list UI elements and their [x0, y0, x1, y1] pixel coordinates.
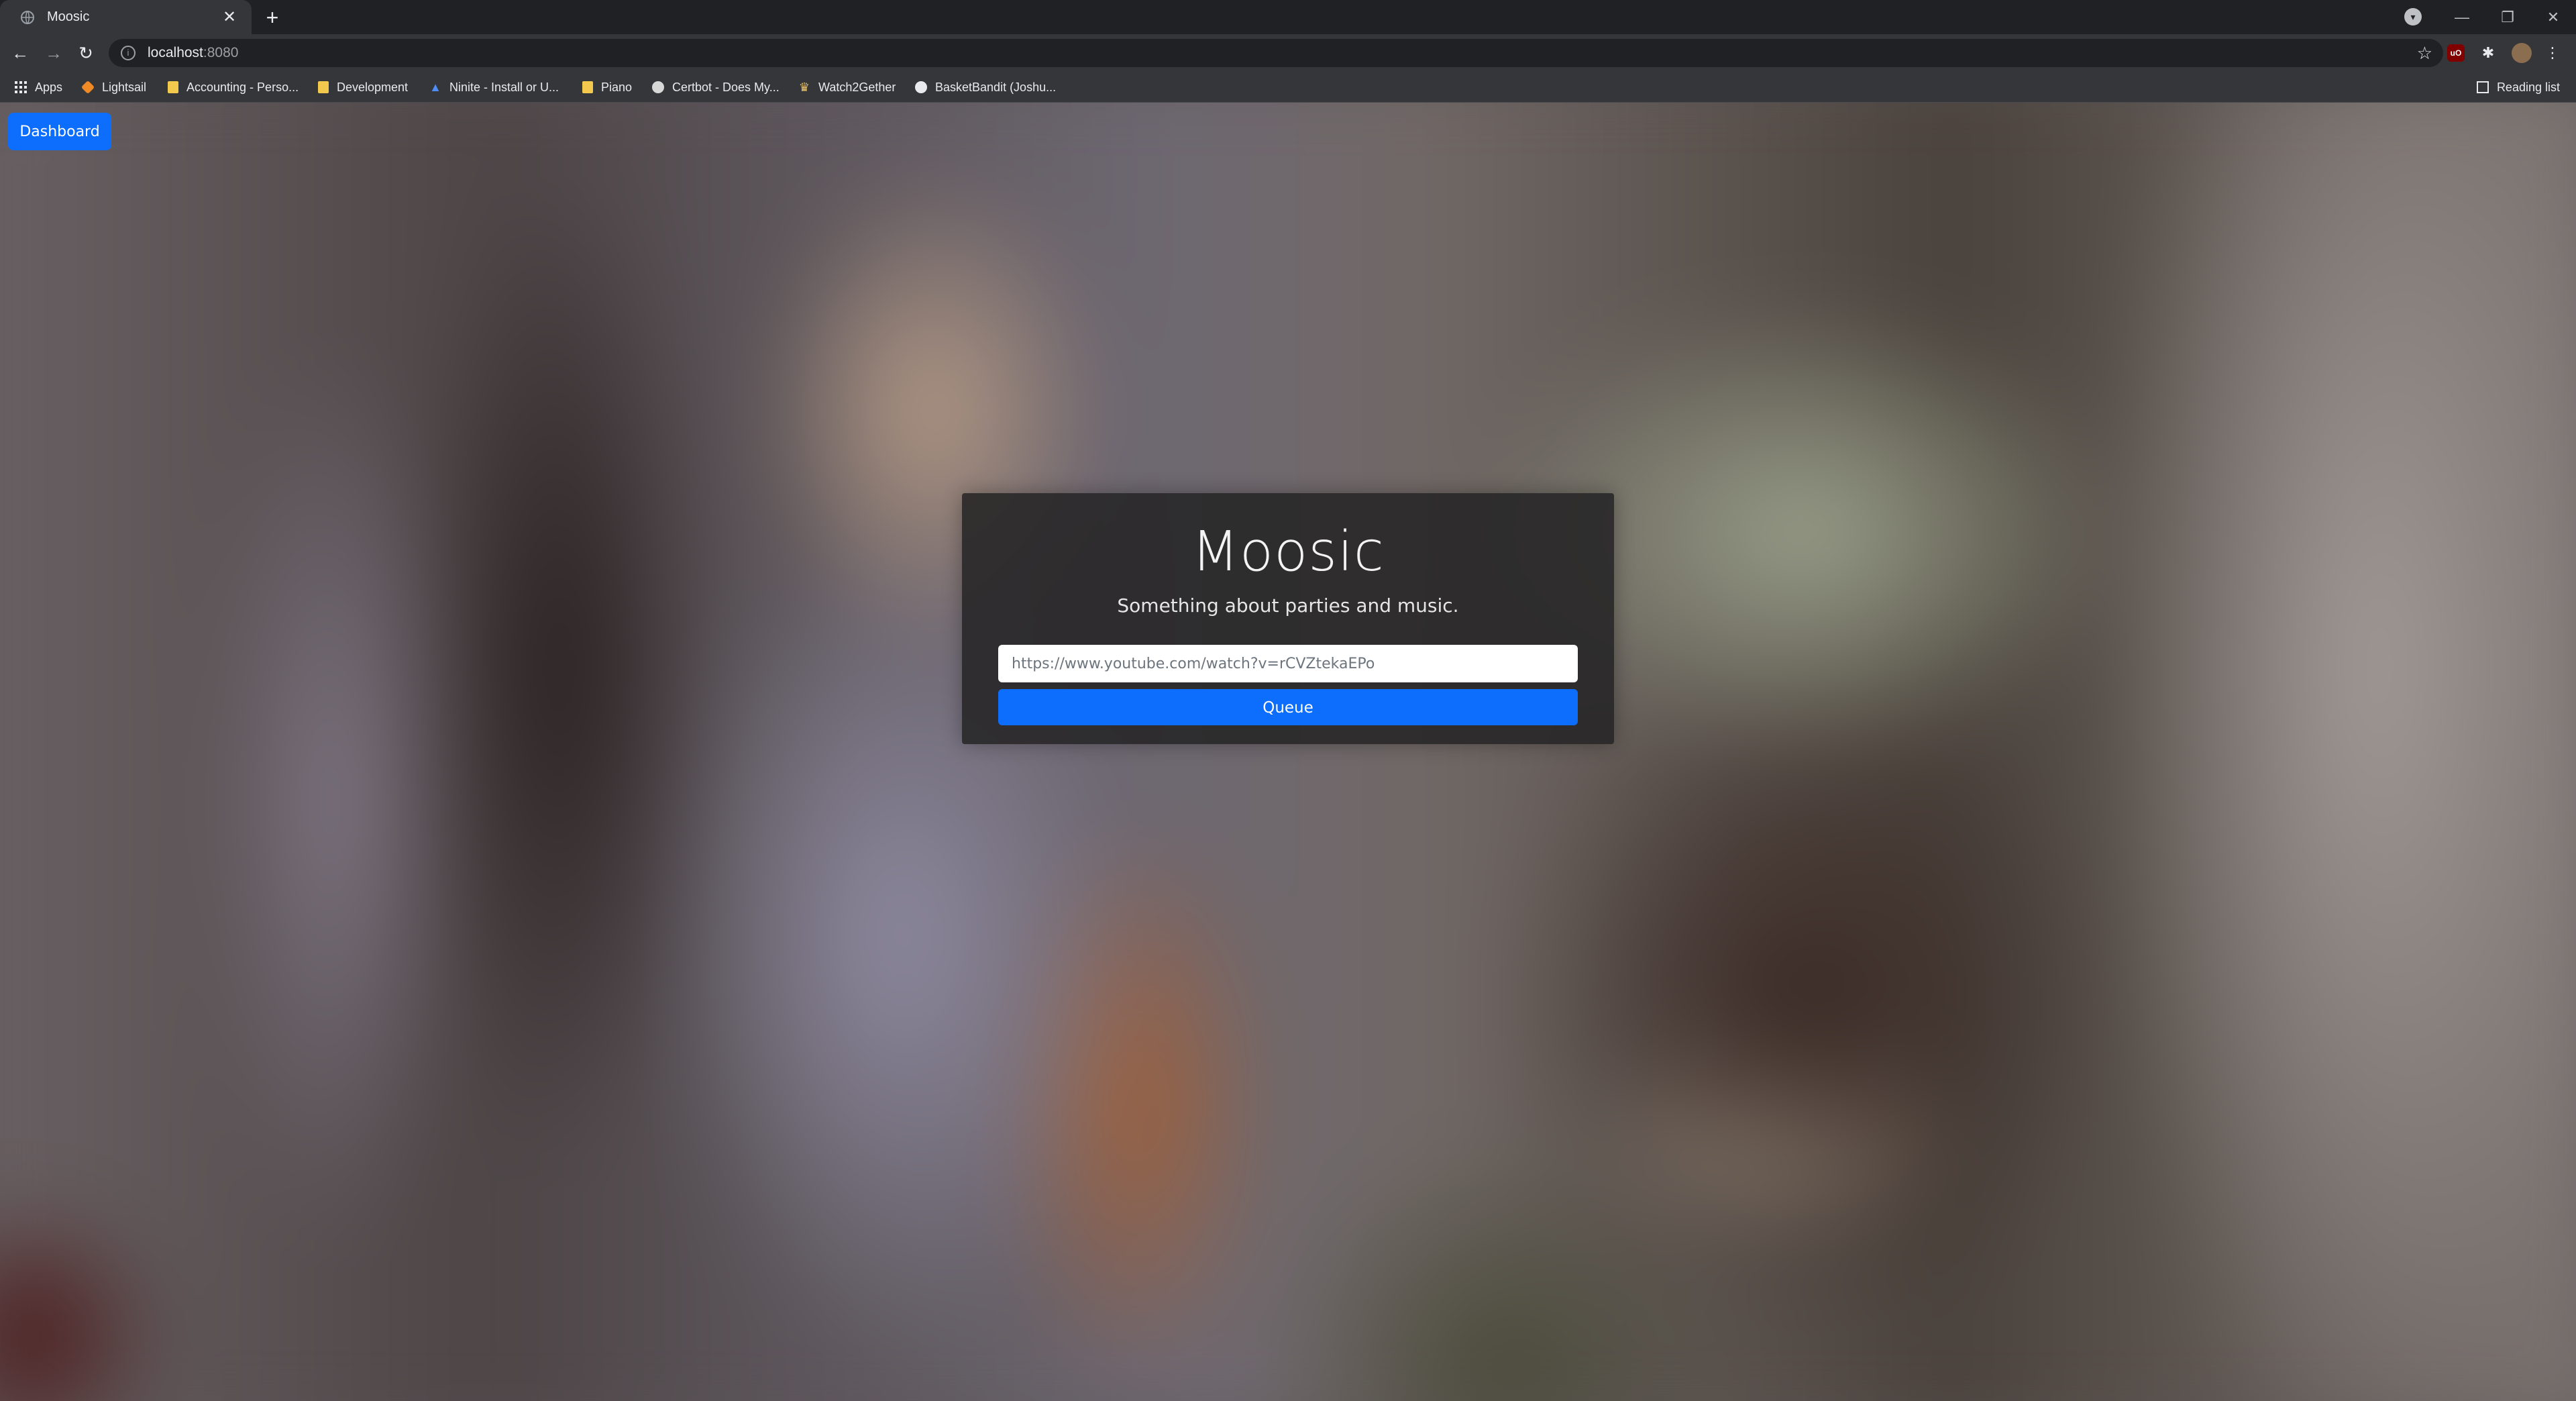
extensions-puzzle-icon[interactable]: ✱: [2478, 43, 2498, 63]
site-info-icon[interactable]: i: [121, 46, 136, 60]
bookmark-lightsail[interactable]: Lightsail: [80, 72, 147, 103]
minimize-icon[interactable]: —: [2439, 9, 2485, 26]
browser-tab-moosic[interactable]: Moosic ✕: [0, 0, 252, 34]
folder-icon: [582, 81, 593, 93]
new-tab-button[interactable]: +: [260, 5, 284, 30]
page-viewport: Dashboard Moosic Something about parties…: [0, 103, 2576, 1401]
youtube-url-input[interactable]: [998, 645, 1578, 682]
address-bar[interactable]: i localhost :8080 ☆: [109, 39, 2443, 67]
bookmark-basketbandit[interactable]: BasketBandit (Joshu...: [915, 72, 1056, 103]
profile-avatar[interactable]: [2512, 43, 2532, 63]
ninite-icon: ▲: [429, 81, 441, 94]
tab-title: Moosic: [47, 9, 90, 24]
bookmark-certbot[interactable]: Certbot - Does My...: [652, 72, 780, 103]
blurred-background-photo: [0, 103, 2576, 1401]
url-host: localhost: [148, 45, 203, 60]
menu-kebab-icon[interactable]: ⋮: [2542, 43, 2563, 63]
bookmark-development[interactable]: Development: [318, 72, 408, 103]
url-port: :8080: [203, 45, 239, 60]
bookmarks-bar: Apps Lightsail Accounting - Perso... Dev…: [0, 72, 2576, 103]
bookmark-label: Ninite - Install or U...: [449, 80, 559, 94]
bookmark-ninite[interactable]: ▲ Ninite - Install or U...: [429, 72, 559, 103]
tab-search-icon[interactable]: ▾: [2404, 8, 2422, 25]
apps-grid-icon: [15, 81, 27, 93]
reading-list-label: Reading list: [2496, 80, 2560, 94]
reload-icon[interactable]: ↻: [75, 42, 97, 64]
bookmark-label: Accounting - Perso...: [186, 80, 299, 94]
lightsail-cube-icon: [80, 80, 95, 95]
queue-card: Moosic Something about parties and music…: [962, 493, 1614, 744]
bookmark-watch2gether[interactable]: ♛ Watch2Gether: [798, 72, 896, 103]
tab-strip: Moosic ✕ + ▾ — ❐ ✕: [0, 0, 2576, 34]
window-controls: — ❐ ✕: [2439, 0, 2576, 34]
bookmark-label: Apps: [35, 80, 63, 94]
restore-icon[interactable]: ❐: [2485, 9, 2530, 26]
tab-close-icon[interactable]: ✕: [219, 7, 239, 27]
window-close-icon[interactable]: ✕: [2530, 9, 2576, 26]
globe-icon: [20, 10, 35, 25]
page-subtitle: Something about parties and music.: [1117, 594, 1459, 617]
bookmark-label: Lightsail: [102, 80, 147, 94]
certbot-icon: [652, 81, 664, 93]
queue-button[interactable]: Queue: [998, 689, 1578, 725]
bookmark-accounting[interactable]: Accounting - Perso...: [168, 72, 299, 103]
reading-list-icon: [2476, 81, 2489, 93]
reading-list-button[interactable]: Reading list: [2476, 72, 2560, 103]
bookmark-label: Watch2Gether: [818, 80, 896, 94]
bookmark-label: Development: [337, 80, 409, 94]
watch2gether-icon: ♛: [798, 81, 810, 94]
folder-icon: [318, 81, 329, 93]
folder-icon: [168, 81, 178, 93]
bookmark-apps[interactable]: Apps: [15, 72, 62, 103]
ublock-extension-icon[interactable]: uO: [2447, 44, 2465, 62]
forward-arrow-icon[interactable]: →: [43, 42, 64, 64]
bookmark-piano[interactable]: Piano: [582, 72, 632, 103]
page-title: Moosic: [1191, 520, 1385, 584]
github-icon: [915, 81, 927, 93]
bookmark-label: Piano: [601, 80, 633, 94]
dashboard-button[interactable]: Dashboard: [8, 113, 111, 150]
bookmark-star-icon[interactable]: ☆: [2417, 43, 2432, 64]
bookmark-label: BasketBandit (Joshu...: [935, 80, 1057, 94]
back-arrow-icon[interactable]: ←: [9, 42, 31, 64]
browser-toolbar: ← → ↻ i localhost :8080 ☆ uO ✱ ⋮: [0, 34, 2576, 72]
bookmark-label: Certbot - Does My...: [672, 80, 780, 94]
